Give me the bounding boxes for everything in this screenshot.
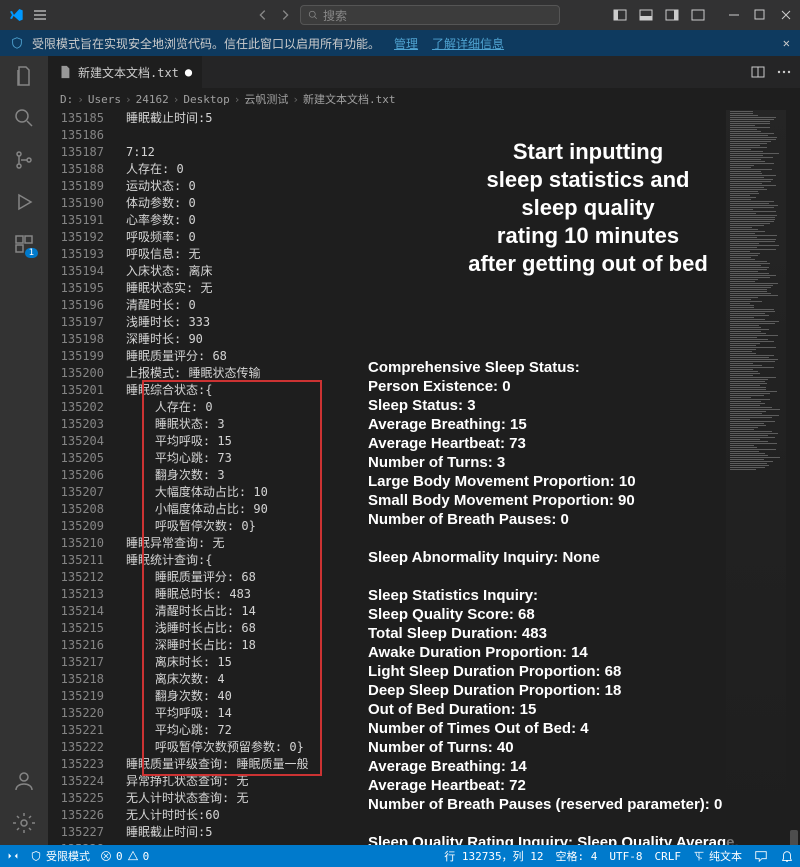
- breadcrumbs[interactable]: D: › Users › 24162 › Desktop › 云帆测试 › 新建…: [48, 88, 800, 110]
- shield-icon: [10, 36, 24, 50]
- banner-manage-link[interactable]: 管理: [394, 35, 418, 52]
- breadcrumb-seg[interactable]: Desktop: [183, 93, 229, 106]
- breadcrumb-seg[interactable]: 24162: [136, 93, 169, 106]
- feedback-icon[interactable]: [754, 849, 768, 863]
- back-icon[interactable]: [256, 8, 270, 22]
- status-bar: 受限模式 0 0 行 132735，列 12 空格: 4 UTF-8 CRLF …: [0, 845, 800, 867]
- scrollbar-thumb[interactable]: [790, 830, 798, 845]
- titlebar: 搜索: [0, 0, 800, 30]
- nav-arrows: [256, 8, 292, 22]
- language-icon: [693, 850, 705, 862]
- extensions-icon[interactable]: 1: [12, 232, 36, 256]
- scrollbar-vertical[interactable]: [788, 110, 800, 845]
- debug-icon[interactable]: [12, 190, 36, 214]
- explorer-icon[interactable]: [12, 64, 36, 88]
- editor-area: 新建文本文档.txt ● D: › Users › 24162 › Deskto…: [48, 56, 800, 845]
- layout-left-icon[interactable]: [612, 7, 628, 23]
- overlay-body: Comprehensive Sleep Status: Person Exist…: [368, 358, 788, 845]
- layout-panel-icon[interactable]: [690, 7, 706, 23]
- banner-learn-link[interactable]: 了解详细信息: [432, 35, 504, 52]
- remote-icon[interactable]: [6, 849, 20, 863]
- layout-right-icon[interactable]: [664, 7, 680, 23]
- close-icon[interactable]: [780, 9, 792, 21]
- line-gutter: 135185 135186 135187 135188 135189 13519…: [48, 110, 118, 845]
- spaces-indicator[interactable]: 空格: 4: [556, 848, 598, 864]
- minimize-icon[interactable]: [728, 9, 740, 21]
- eol-indicator[interactable]: CRLF: [655, 850, 682, 863]
- activity-bar: 1: [0, 56, 48, 845]
- problems-status[interactable]: 0 0: [100, 850, 149, 863]
- tab-bar: 新建文本文档.txt ●: [48, 56, 800, 88]
- restricted-mode-status[interactable]: 受限模式: [30, 848, 90, 864]
- search-input[interactable]: 搜索: [300, 5, 560, 25]
- modified-dot-icon: ●: [185, 65, 192, 79]
- tab-label: 新建文本文档.txt: [78, 64, 179, 81]
- source-control-icon[interactable]: [12, 148, 36, 172]
- search-placeholder: 搜索: [323, 7, 347, 24]
- account-icon[interactable]: [12, 769, 36, 793]
- tab-file[interactable]: 新建文本文档.txt ●: [48, 56, 203, 88]
- search-icon[interactable]: [12, 106, 36, 130]
- breadcrumb-seg[interactable]: 新建文本文档.txt: [303, 91, 396, 107]
- file-icon: [58, 65, 72, 79]
- minimap[interactable]: [726, 110, 786, 845]
- layout-bottom-icon[interactable]: [638, 7, 654, 23]
- cursor-position[interactable]: 行 132735，列 12: [444, 848, 543, 864]
- forward-icon[interactable]: [278, 8, 292, 22]
- breadcrumb-seg[interactable]: D:: [60, 93, 73, 106]
- vscode-logo-icon: [8, 7, 24, 23]
- more-icon[interactable]: [776, 64, 792, 80]
- warning-icon: [127, 850, 139, 862]
- overlay-heading: Start inputting sleep statistics and sle…: [418, 138, 758, 278]
- shield-icon: [30, 850, 42, 862]
- code-editor[interactable]: 135185 135186 135187 135188 135189 13519…: [48, 110, 800, 845]
- encoding-indicator[interactable]: UTF-8: [609, 850, 642, 863]
- breadcrumb-seg[interactable]: 云帆测试: [244, 91, 288, 107]
- menu-icon[interactable]: [32, 7, 48, 23]
- maximize-icon[interactable]: [754, 9, 766, 21]
- settings-icon[interactable]: [12, 811, 36, 835]
- banner-close-icon[interactable]: ✕: [783, 36, 790, 50]
- breadcrumb-seg[interactable]: Users: [88, 93, 121, 106]
- error-icon: [100, 850, 112, 862]
- banner-text: 受限模式旨在实现安全地浏览代码。信任此窗口以启用所有功能。: [32, 35, 380, 52]
- bell-icon[interactable]: [780, 849, 794, 863]
- split-icon[interactable]: [750, 64, 766, 80]
- restricted-mode-banner: 受限模式旨在实现安全地浏览代码。信任此窗口以启用所有功能。 管理 了解详细信息 …: [0, 30, 800, 56]
- language-indicator[interactable]: 纯文本: [693, 848, 742, 864]
- search-icon: [307, 9, 319, 21]
